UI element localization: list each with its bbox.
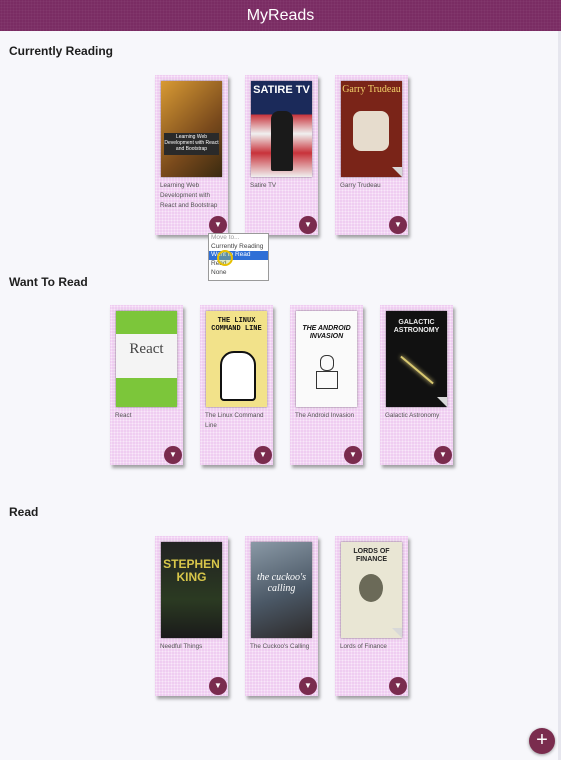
book-title: Lords of Finance	[340, 643, 387, 650]
book-title: Garry Trudeau	[340, 182, 381, 189]
menu-option-currently-reading[interactable]: Currently Reading	[209, 243, 268, 252]
book-title: Needful Things	[160, 643, 203, 650]
triangle-down-icon: ▼	[259, 450, 267, 459]
shelf-changer-button[interactable]: ▼	[209, 216, 227, 234]
triangle-down-icon: ▼	[439, 450, 447, 459]
page-curl	[437, 397, 447, 407]
book-cover: Garry Trudeau	[341, 81, 402, 177]
triangle-down-icon: ▼	[349, 450, 357, 459]
book-card: STEPHEN KING Needful Things ▼	[155, 536, 228, 696]
book-card: THE ANDROID INVASION The Android Invasio…	[290, 305, 363, 465]
shelf-changer-button[interactable]: ▼	[389, 216, 407, 234]
book-cover: THE LINUX COMMAND LINE	[206, 311, 267, 407]
book-title: React	[115, 412, 132, 419]
cover-text: the cuckoo's calling	[256, 572, 307, 594]
shelf-changer-button[interactable]: ▼	[434, 446, 452, 464]
cover-text: LORDS OF FINANCE	[353, 548, 390, 563]
book-card: the cuckoo's calling The Cuckoo's Callin…	[245, 536, 318, 696]
triangle-down-icon: ▼	[394, 681, 402, 690]
book-cover: STEPHEN KING	[161, 542, 222, 638]
book-cover: Learning Web Development with React and …	[161, 81, 222, 177]
cover-text: GALACTIC ASTRONOMY	[393, 319, 440, 334]
triangle-down-icon: ▼	[394, 220, 402, 229]
cover-text: THE LINUX COMMAND LINE	[211, 317, 262, 333]
book-cover: GALACTIC ASTRONOMY	[386, 311, 447, 407]
book-title: Galactic Astronomy	[385, 412, 440, 419]
book-title: The Android Invasion	[295, 412, 355, 419]
triangle-down-icon: ▼	[214, 681, 222, 690]
book-card: THE LINUX COMMAND LINE The Linux Command…	[200, 305, 273, 465]
shelf-changer-button[interactable]: ▼	[209, 677, 227, 695]
shelf-changer-button[interactable]: ▼	[299, 216, 317, 234]
book-card: Garry Trudeau Garry Trudeau ▼	[335, 75, 408, 235]
page-curl	[392, 628, 402, 638]
shelf-changer-button[interactable]: ▼	[254, 446, 272, 464]
triangle-down-icon: ▼	[214, 220, 222, 229]
book-cover: SATIRE TV	[251, 81, 312, 177]
book-title: Satire TV	[250, 182, 277, 189]
triangle-down-icon: ▼	[169, 450, 177, 459]
book-cover: React	[116, 311, 177, 407]
cover-text: Garry Trudeau	[342, 84, 401, 95]
triangle-down-icon: ▼	[304, 681, 312, 690]
book-title: The Linux Command Line	[205, 412, 264, 429]
cover-text: SATIRE TV	[253, 84, 310, 96]
triangle-down-icon: ▼	[304, 220, 312, 229]
cover-text: THE ANDROID INVASION	[302, 325, 351, 340]
cover-text: STEPHEN KING	[163, 557, 220, 584]
shelf-title-currently-reading: Currently Reading	[9, 44, 114, 58]
shelf-changer-button[interactable]: ▼	[344, 446, 362, 464]
plus-icon: +	[536, 729, 548, 751]
shelf-title-want-to-read: Want To Read	[9, 275, 88, 289]
shelf-changer-button[interactable]: ▼	[164, 446, 182, 464]
book-title: The Cuckoo's Calling	[250, 643, 310, 650]
book-card: Learning Web Development with React and …	[155, 75, 228, 235]
cover-text: Learning Web Development with React and …	[164, 134, 219, 152]
app-title: MyReads	[246, 7, 315, 24]
book-cover: the cuckoo's calling	[251, 542, 312, 638]
cover-text: React	[129, 341, 164, 357]
book-cover: LORDS OF FINANCE	[341, 542, 402, 638]
shelf-changer-button[interactable]: ▼	[389, 677, 407, 695]
book-cover: THE ANDROID INVASION	[296, 311, 357, 407]
page-curl	[392, 167, 402, 177]
shelf-changer-button[interactable]: ▼	[299, 677, 317, 695]
shelf-title-read: Read	[9, 505, 39, 519]
book-card: SATIRE TV Satire TV ▼	[245, 75, 318, 235]
pointer-cursor-icon	[217, 250, 233, 266]
book-title: Learning Web Development with React and …	[160, 182, 218, 209]
book-card: React React ▼	[110, 305, 183, 465]
book-card: LORDS OF FINANCE Lords of Finance ▼	[335, 536, 408, 696]
menu-option-move-to: Move to...	[211, 234, 240, 241]
book-card: GALACTIC ASTRONOMY Galactic Astronomy ▼	[380, 305, 453, 465]
menu-option-none[interactable]: None	[209, 269, 268, 278]
add-book-button[interactable]: +	[529, 728, 555, 754]
app-header: MyReads	[0, 0, 561, 31]
